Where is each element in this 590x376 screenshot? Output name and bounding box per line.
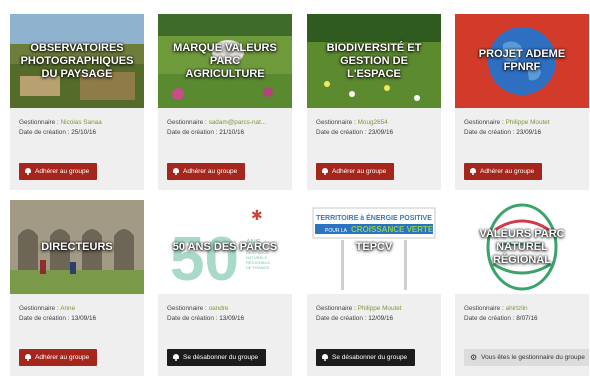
group-meta: Gestionnaire : Philippe Moutet Date de c… [464,119,550,136]
creation-date: 25/10/16 [71,128,97,136]
group-thumbnail[interactable]: OBSERVATOIRES PHOTOGRAPHIQUES DU PAYSAGE [10,14,144,108]
manager-link[interactable]: oandre [209,305,229,312]
group-card: DIRECTEURS Gestionnaire : Anne Date de c… [10,200,144,376]
group-meta: Gestionnaire : Nicolas Sanaa Date de cré… [19,119,102,136]
creation-date: 21/10/16 [219,128,245,136]
manager-link[interactable]: Philippe Moutet [506,119,550,126]
group-title: DIRECTEURS [41,240,113,253]
join-group-button[interactable]: Adhérer au groupe [316,163,395,180]
manager-link[interactable]: sadam@parcs-nat... [209,119,267,126]
group-card: OBSERVATOIRES PHOTOGRAPHIQUES DU PAYSAGE… [10,14,144,190]
bell-icon [173,168,179,175]
group-thumbnail[interactable]: BIODIVERSITÉ ET GESTION DE L'ESPACE [307,14,441,108]
group-meta: Gestionnaire : Moug2654 Date de création… [316,119,394,136]
bell-icon [25,354,31,361]
bell-icon [322,168,328,175]
bell-icon [322,354,328,361]
group-meta: Gestionnaire : oandre Date de création :… [167,305,245,322]
unsubscribe-group-button[interactable]: Se désabonner du groupe [167,349,267,366]
group-meta: Gestionnaire : ahirtzlin Date de créatio… [464,305,538,322]
group-manager-button[interactable]: ⚙ Vous êtes le gestionnaire du groupe [464,349,589,366]
manager-link[interactable]: Anne [60,305,75,312]
group-meta: Gestionnaire : sadam@parcs-nat... Date d… [167,119,267,136]
manager-link[interactable]: Philippe Moutet [358,305,402,312]
group-thumbnail[interactable]: VALEURS PARC NATUREL RÉGIONAL [455,200,589,294]
gear-icon: ⚙ [470,352,478,362]
manager-link[interactable]: ahirtzlin [506,305,528,312]
group-title: TEPCV [355,240,393,253]
group-meta: Gestionnaire : Philippe Moutet Date de c… [316,305,402,322]
creation-date: 13/09/16 [219,314,245,322]
creation-date: 23/09/16 [368,128,394,136]
group-thumbnail[interactable]: PROJET ADEME FPNRF [455,14,589,108]
join-group-button[interactable]: Adhérer au groupe [19,349,98,366]
group-title: MARQUE VALEURS PARC AGRICULTURE [173,41,277,80]
bell-icon [173,354,179,361]
creation-date: 23/09/16 [516,128,542,136]
group-thumbnail[interactable]: 50 ANS DES PARCS NATURELS RÉGIONAUX DE F… [158,200,292,294]
join-group-button[interactable]: Adhérer au groupe [19,163,98,180]
group-thumbnail[interactable]: DIRECTEURS [10,200,144,294]
group-title: OBSERVATOIRES PHOTOGRAPHIQUES DU PAYSAGE [20,41,134,80]
manager-link[interactable]: Moug2654 [358,119,388,126]
unsubscribe-group-button[interactable]: Se désabonner du groupe [316,349,416,366]
manager-link[interactable]: Nicolas Sanaa [61,119,102,126]
group-card: TERRITOIRE à ÉNERGIE POSITIVE POUR LA CR… [307,200,441,376]
group-card: VALEURS PARC NATUREL RÉGIONAL Gestionnai… [455,200,589,376]
group-card: 50 ANS DES PARCS NATURELS RÉGIONAUX DE F… [158,200,292,376]
join-group-button[interactable]: Adhérer au groupe [167,163,246,180]
group-thumbnail[interactable]: TERRITOIRE à ÉNERGIE POSITIVE POUR LA CR… [307,200,441,294]
group-card: MARQUE VALEURS PARC AGRICULTURE Gestionn… [158,14,292,190]
bell-icon [25,168,31,175]
group-meta: Gestionnaire : Anne Date de création : 1… [19,305,97,322]
group-title: 50 ANS DES PARCS [172,240,278,253]
group-card: PROJET ADEME FPNRF Gestionnaire : Philip… [455,14,589,190]
group-title: PROJET ADEME FPNRF [478,48,566,73]
creation-date: 8/07/16 [516,314,538,322]
join-group-button[interactable]: Adhérer au groupe [464,163,543,180]
group-card: BIODIVERSITÉ ET GESTION DE L'ESPACE Gest… [307,14,441,190]
creation-date: 12/09/16 [368,314,394,322]
group-title: VALEURS PARC NATUREL RÉGIONAL [479,227,565,266]
creation-date: 13/09/16 [71,314,97,322]
group-thumbnail[interactable]: MARQUE VALEURS PARC AGRICULTURE [158,14,292,108]
group-title: BIODIVERSITÉ ET GESTION DE L'ESPACE [326,41,422,80]
bell-icon [470,168,476,175]
